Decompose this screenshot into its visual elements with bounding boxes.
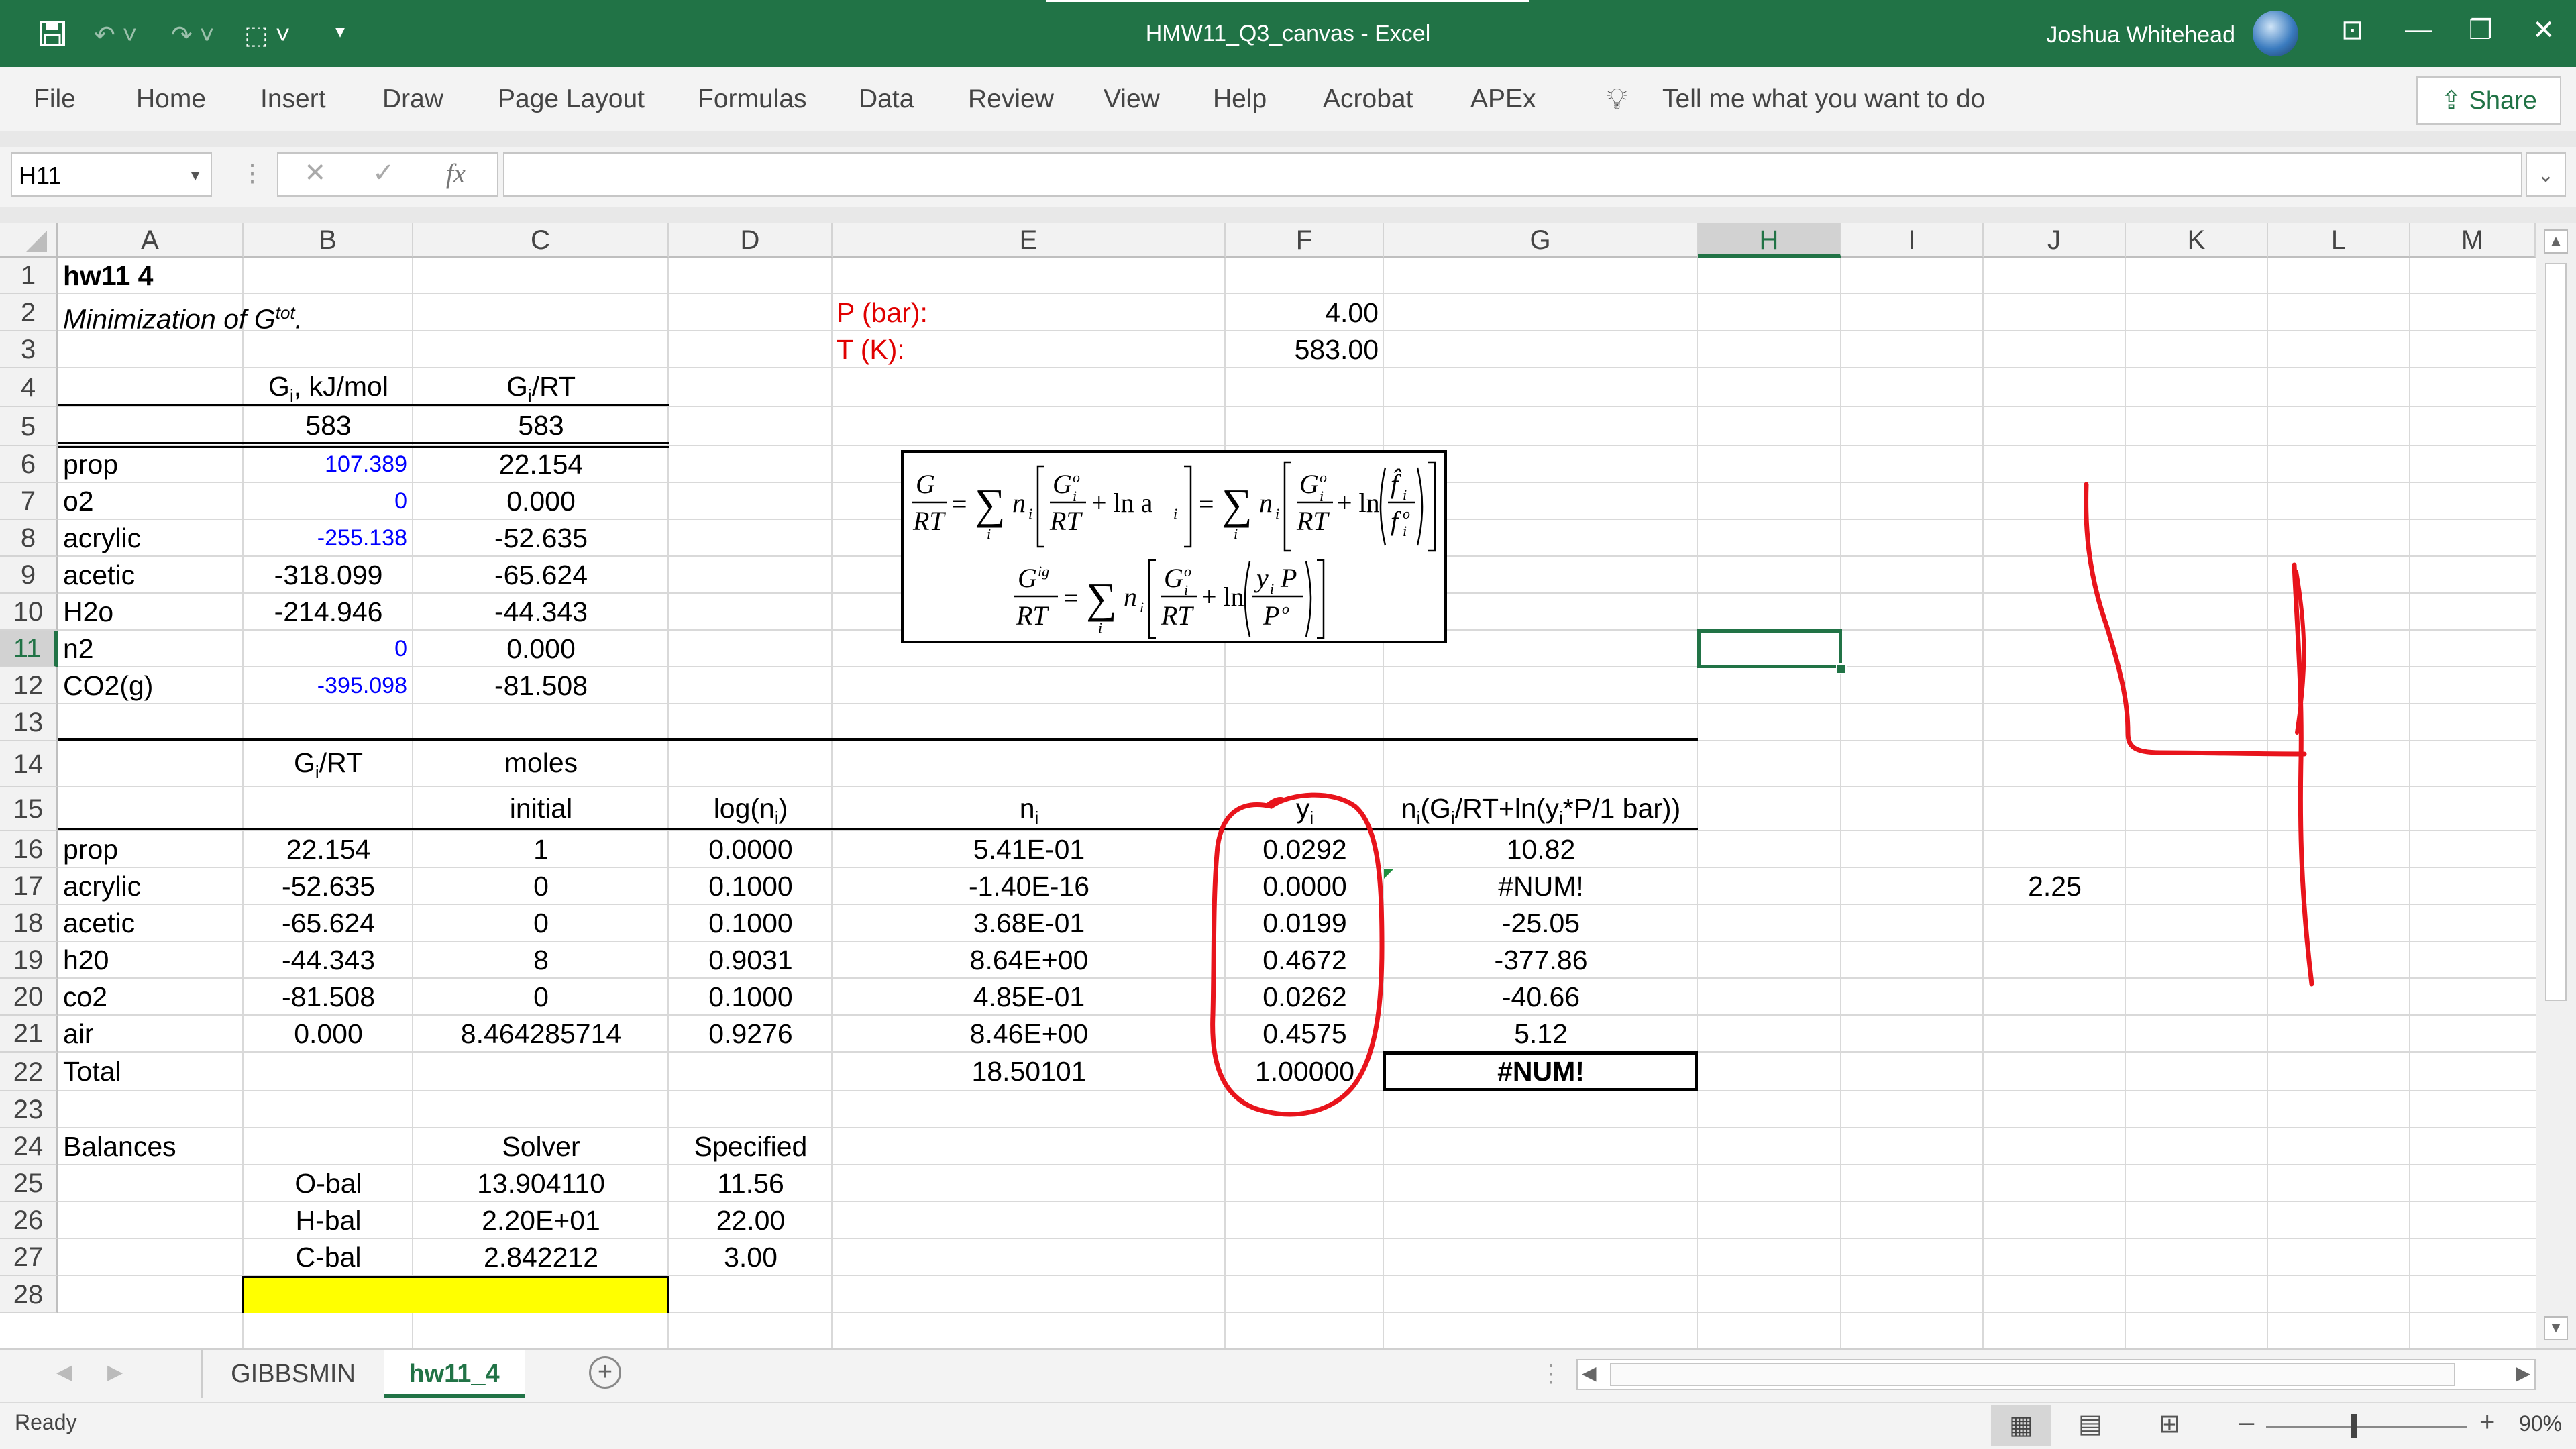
insert-function-icon[interactable]: fx <box>446 158 466 189</box>
ink-annotations <box>1210 482 2314 1117</box>
share-icon: ⇪ <box>2440 87 2469 115</box>
cancel-icon[interactable]: ✕ <box>304 158 327 189</box>
tab-data[interactable]: Data <box>859 67 914 131</box>
vertical-scrollbar[interactable]: ▲ ▼ <box>2536 223 2576 1348</box>
name-box-value: H11 <box>19 162 62 189</box>
zoom-slider[interactable] <box>2266 1426 2467 1428</box>
formula-bar: H11 ▼ ⋮ ✕ ✓ fx ⌄ <box>0 147 2576 207</box>
formula-buttons: ✕ ✓ fx <box>277 152 498 197</box>
tab-insert[interactable]: Insert <box>260 67 326 131</box>
user-name: Joshua Whitehead <box>2046 22 2235 48</box>
next-sheet-icon[interactable]: ▶ <box>107 1360 123 1384</box>
enter-icon[interactable]: ✓ <box>372 158 395 189</box>
more-options-icon: ⋮ <box>240 159 264 186</box>
formula-input[interactable] <box>503 152 2522 197</box>
tab-help[interactable]: Help <box>1213 67 1267 131</box>
tell-me-search[interactable]: Tell me what you want to do <box>1662 67 1985 131</box>
page-break-view-icon[interactable]: ⊞ <box>2159 1409 2180 1439</box>
sheet-tab-gibbsmin[interactable]: GIBBSMIN <box>201 1350 384 1398</box>
scroll-left-icon[interactable]: ◀ <box>1582 1362 1597 1384</box>
sheet-tab-hw11-4[interactable]: hw11_4 <box>384 1350 525 1398</box>
zoom-out-icon[interactable]: – <box>2239 1407 2254 1438</box>
grid-separator <box>0 207 2576 223</box>
chevron-down-icon[interactable]: ▼ <box>188 154 203 198</box>
lightbulb-icon: 💡︎ <box>1607 83 1627 115</box>
tab-home[interactable]: Home <box>136 67 206 131</box>
scroll-thumb[interactable] <box>2545 263 2567 1001</box>
prev-sheet-icon[interactable]: ◀ <box>56 1360 72 1384</box>
ribbon: File Home Insert Draw Page Layout Formul… <box>0 67 2576 131</box>
share-label: Share <box>2469 87 2537 115</box>
name-box[interactable]: H11 ▼ <box>11 152 212 197</box>
worksheet-grid[interactable]: A B C D E F G H I J K L M 1 2 3 4 5 6 7 … <box>0 223 2536 1348</box>
tab-review[interactable]: Review <box>968 67 1054 131</box>
redo-icon[interactable]: ↷ ˅ <box>171 20 215 50</box>
close-icon[interactable]: ✕ <box>2532 15 2555 46</box>
add-sheet-icon[interactable]: + <box>589 1356 621 1389</box>
tab-splitter-icon[interactable]: ⋮ <box>1539 1359 1563 1387</box>
title-highlight <box>1046 0 1529 2</box>
scroll-down-icon[interactable]: ▼ <box>2544 1316 2568 1340</box>
tab-draw[interactable]: Draw <box>382 67 443 131</box>
tab-apex[interactable]: APEx <box>1470 67 1536 131</box>
zoom-level[interactable]: 90% <box>2519 1411 2562 1436</box>
tab-file[interactable]: File <box>34 67 76 131</box>
restore-icon[interactable]: ❐ <box>2469 15 2493 46</box>
tab-view[interactable]: View <box>1104 67 1160 131</box>
ribbon-display-icon[interactable]: ⊡ <box>2341 15 2364 46</box>
customize-toolbar-icon[interactable]: ▾ <box>335 20 345 42</box>
horizontal-scrollbar[interactable]: ◀ ▶ <box>1576 1359 2536 1390</box>
minimize-icon[interactable]: — <box>2405 15 2432 45</box>
ink-circle <box>1210 792 1385 1117</box>
sheet-tab-bar: ◀ ▶ GIBBSMIN hw11_4 + ⋮ ◀ ▶ <box>0 1348 2576 1402</box>
h-scroll-thumb[interactable] <box>1610 1363 2455 1386</box>
status-ready: Ready <box>15 1410 77 1434</box>
page-layout-view-icon[interactable]: ▤ <box>2078 1409 2102 1439</box>
ink-letter-l <box>2084 482 2307 757</box>
save-icon[interactable] <box>39 20 66 54</box>
expand-formula-icon[interactable]: ⌄ <box>2526 152 2566 197</box>
ribbon-separator <box>0 131 2576 147</box>
zoom-in-icon[interactable]: + <box>2479 1407 2495 1438</box>
title-bar: HMW11_Q3_canvas - Excel ↶ ˅ ↷ ˅ ⬚ ˅ ▾ Jo… <box>0 0 2576 67</box>
zoom-slider-thumb[interactable] <box>2351 1414 2357 1438</box>
tab-acrobat[interactable]: Acrobat <box>1323 67 1413 131</box>
status-bar: Ready ▦ ▤ ⊞ – + 90% <box>0 1402 2576 1449</box>
scroll-up-icon[interactable]: ▲ <box>2544 229 2568 254</box>
normal-view-icon[interactable]: ▦ <box>1991 1405 2051 1446</box>
avatar[interactable] <box>2253 11 2298 56</box>
share-button[interactable]: ⇪ Share <box>2416 76 2561 125</box>
customize-icon[interactable]: ⬚ ˅ <box>244 20 290 50</box>
undo-icon[interactable]: ↶ ˅ <box>94 20 138 50</box>
scroll-right-icon[interactable]: ▶ <box>2516 1362 2530 1384</box>
tab-formulas[interactable]: Formulas <box>698 67 807 131</box>
tab-page-layout[interactable]: Page Layout <box>498 67 645 131</box>
